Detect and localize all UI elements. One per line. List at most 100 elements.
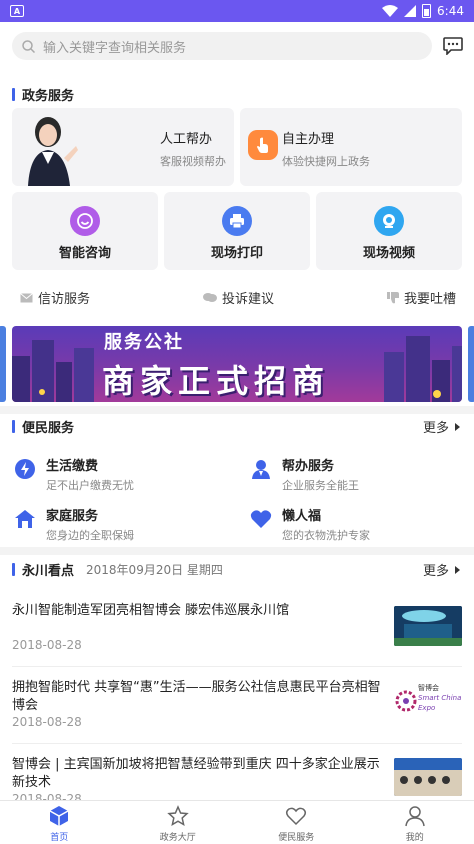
chat-icon xyxy=(443,37,463,55)
home-service-title: 家庭服务 xyxy=(46,509,99,524)
tab-gov-hall[interactable]: 政务大厅 xyxy=(119,801,238,844)
section-accent-bar xyxy=(12,88,15,101)
manual-help-card[interactable]: 人工帮办 客服视频帮办 xyxy=(12,108,234,186)
status-bar: A 6:44 xyxy=(0,0,474,22)
banner-line2: 商家正式招商 xyxy=(102,362,331,400)
onsite-video-title: 现场视频 xyxy=(362,246,415,261)
news-item-date: 2018-08-28 xyxy=(12,638,82,652)
news-item[interactable]: 永川智能制造军团亮相智博会 滕宏伟巡展永川馆 2018-08-28 xyxy=(12,602,462,667)
signal-icon xyxy=(404,5,417,17)
clock: 6:44 xyxy=(437,4,464,18)
rant-link[interactable]: 我要吐槽 xyxy=(387,288,456,307)
lazy-service-subtitle: 您的衣物洗护专家 xyxy=(282,529,370,542)
convenience-section-title: 便民服务 xyxy=(12,417,74,436)
tab-convenience[interactable]: 便民服务 xyxy=(237,801,356,844)
quick-links: 信访服务 投诉建议 我要吐槽 xyxy=(0,288,474,310)
rant-label: 我要吐槽 xyxy=(404,292,457,307)
lazy-service-title: 懒人福 xyxy=(282,509,322,524)
person-icon xyxy=(252,460,270,479)
complaint-link[interactable]: 投诉建议 xyxy=(203,288,274,307)
home-service-subtitle: 您身边的全职保姆 xyxy=(46,529,134,542)
banner-prev-peek[interactable] xyxy=(0,326,6,402)
utility-payment-title: 生活缴费 xyxy=(46,459,99,474)
battery-icon xyxy=(422,4,432,18)
search-input[interactable]: 输入关键字查询相关服务 xyxy=(12,32,432,60)
news-section-label: 永川看点 xyxy=(22,564,75,579)
house-icon xyxy=(15,510,35,528)
news-thumbnail xyxy=(394,758,462,796)
message-button[interactable] xyxy=(442,35,464,57)
news-item-date: 2018-08-28 xyxy=(12,715,82,729)
news-separator xyxy=(12,666,462,667)
app-notification-icon: A xyxy=(10,5,24,17)
printer-icon xyxy=(222,206,252,236)
utility-payment-subtitle: 足不出户缴费无忧 xyxy=(46,479,134,492)
news-title: 拥抱智能时代 共享智“惠”生活——服务公社信息惠民平台亮相智博会 xyxy=(12,680,381,713)
more-label: 更多 xyxy=(422,564,449,579)
news-thumbnail: 智博会 Smart China Expo xyxy=(394,681,462,721)
tab-home[interactable]: 首页 xyxy=(0,801,119,844)
news-section-title: 永川看点 2018年09月20日 星期四 xyxy=(12,560,223,579)
news-title: 永川智能制造军团亮相智博会 滕宏伟巡展永川馆 xyxy=(12,603,290,618)
manual-help-title: 人工帮办 xyxy=(160,132,213,147)
home-service-item[interactable]: 家庭服务您身边的全职保姆 xyxy=(14,505,134,543)
news-more-button[interactable]: 更多 xyxy=(423,560,460,579)
lazy-service-item[interactable]: 懒人福您的衣物洗护专家 xyxy=(250,505,370,543)
convenience-more-button[interactable]: 更多 xyxy=(423,417,460,436)
assist-service-title: 帮办服务 xyxy=(282,459,335,474)
news-separator xyxy=(12,743,462,744)
lightning-icon xyxy=(15,459,35,479)
section-accent-bar xyxy=(12,563,15,576)
onsite-print-card[interactable]: 现场打印 xyxy=(164,192,310,270)
convenience-section-label: 便民服务 xyxy=(22,421,75,436)
tab-label: 便民服务 xyxy=(278,833,315,843)
heart-outline-icon xyxy=(286,807,307,826)
promo-banner[interactable]: 服务公社 商家正式招商 xyxy=(12,326,462,402)
heart-icon xyxy=(250,510,272,528)
assist-service-subtitle: 企业服务全能王 xyxy=(282,479,359,492)
thumbnail-caption: 智博会 xyxy=(418,684,439,692)
search-icon xyxy=(22,39,35,53)
tab-profile[interactable]: 我的 xyxy=(356,801,474,844)
star-icon xyxy=(166,805,189,827)
banner-line1: 服务公社 xyxy=(104,332,184,353)
section-accent-bar xyxy=(12,420,15,433)
manual-help-subtitle: 客服视频帮办 xyxy=(160,155,226,168)
more-label: 更多 xyxy=(422,421,449,436)
envelope-icon xyxy=(20,292,33,302)
news-date: 2018年09月20日 星期四 xyxy=(86,563,223,577)
news-item[interactable]: 智博会 | 主宾国新加坡将把智慧经验带到重庆 四十多家企业展示新技术 2018-… xyxy=(12,756,462,806)
assist-service-item[interactable]: 帮办服务企业服务全能王 xyxy=(250,455,359,493)
self-service-title: 自主办理 xyxy=(282,132,335,147)
user-icon xyxy=(405,806,425,827)
tab-label: 政务大厅 xyxy=(159,833,196,843)
smart-consult-card[interactable]: 智能咨询 xyxy=(12,192,158,270)
smile-chat-icon xyxy=(70,206,100,236)
self-service-card[interactable]: 自主办理 体验快捷网上政务 xyxy=(240,108,462,186)
chevron-right-icon xyxy=(455,565,460,574)
complaint-label: 投诉建议 xyxy=(222,292,275,307)
hand-pointer-icon xyxy=(248,130,278,160)
thumbnail-caption: Smart China xyxy=(418,694,462,702)
customer-service-avatar xyxy=(28,117,78,186)
cube-icon xyxy=(49,806,69,826)
thumbs-down-icon xyxy=(387,291,399,303)
onsite-video-card[interactable]: 现场视频 xyxy=(316,192,462,270)
petition-link[interactable]: 信访服务 xyxy=(20,288,90,307)
thumbnail-caption: Expo xyxy=(418,704,436,712)
chevron-right-icon xyxy=(455,422,460,431)
petition-label: 信访服务 xyxy=(38,292,91,307)
news-title: 智博会 | 主宾国新加坡将把智慧经验带到重庆 四十多家企业展示新技术 xyxy=(12,757,380,790)
self-service-subtitle: 体验快捷网上政务 xyxy=(282,155,370,168)
section-divider xyxy=(0,406,474,414)
camera-icon xyxy=(374,206,404,236)
gov-section-label: 政务服务 xyxy=(22,89,75,104)
utility-payment-item[interactable]: 生活缴费足不出户缴费无忧 xyxy=(14,455,134,493)
tab-label: 我的 xyxy=(405,833,424,843)
news-thumbnail xyxy=(394,606,462,646)
news-item[interactable]: 拥抱智能时代 共享智“惠”生活——服务公社信息惠民平台亮相智博会 2018-08… xyxy=(12,679,462,744)
bottom-tab-bar: 首页 政务大厅 便民服务 我的 xyxy=(0,800,474,844)
search-row: 输入关键字查询相关服务 xyxy=(12,32,464,60)
tab-label: 首页 xyxy=(50,833,69,843)
banner-next-peek[interactable] xyxy=(468,326,474,402)
